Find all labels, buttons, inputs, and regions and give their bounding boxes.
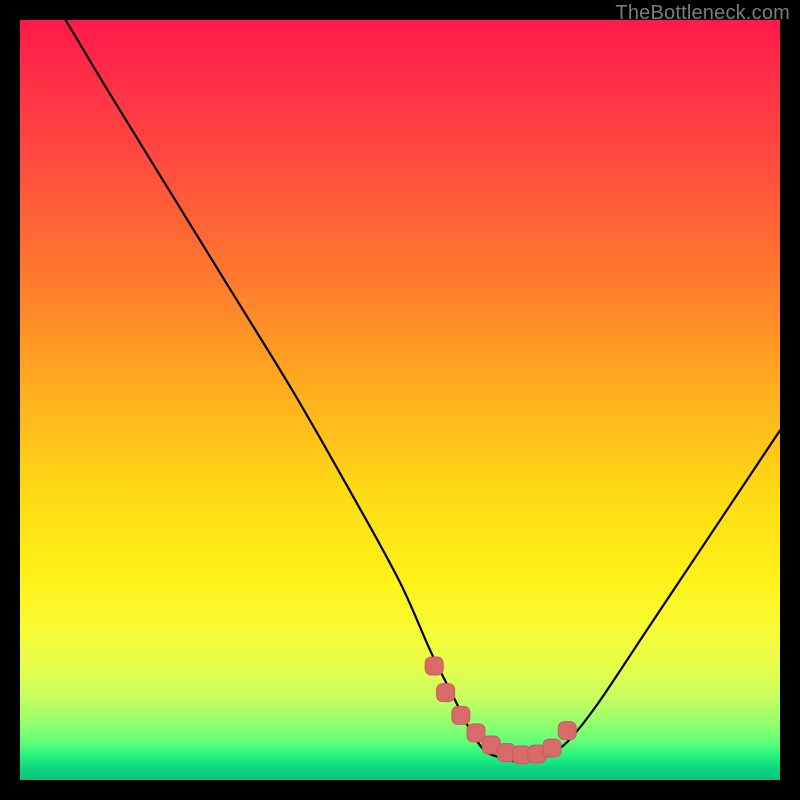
optimal-marker [558, 722, 576, 740]
plot-area [20, 20, 780, 780]
optimal-marker [437, 684, 455, 702]
optimal-marker [467, 724, 485, 742]
optimal-range-markers [425, 657, 576, 764]
bottleneck-curve [66, 20, 780, 761]
optimal-marker [425, 657, 443, 675]
curve-layer [20, 20, 780, 780]
chart-stage: TheBottleneck.com [0, 0, 800, 800]
optimal-marker [543, 739, 561, 757]
optimal-marker [452, 706, 470, 724]
